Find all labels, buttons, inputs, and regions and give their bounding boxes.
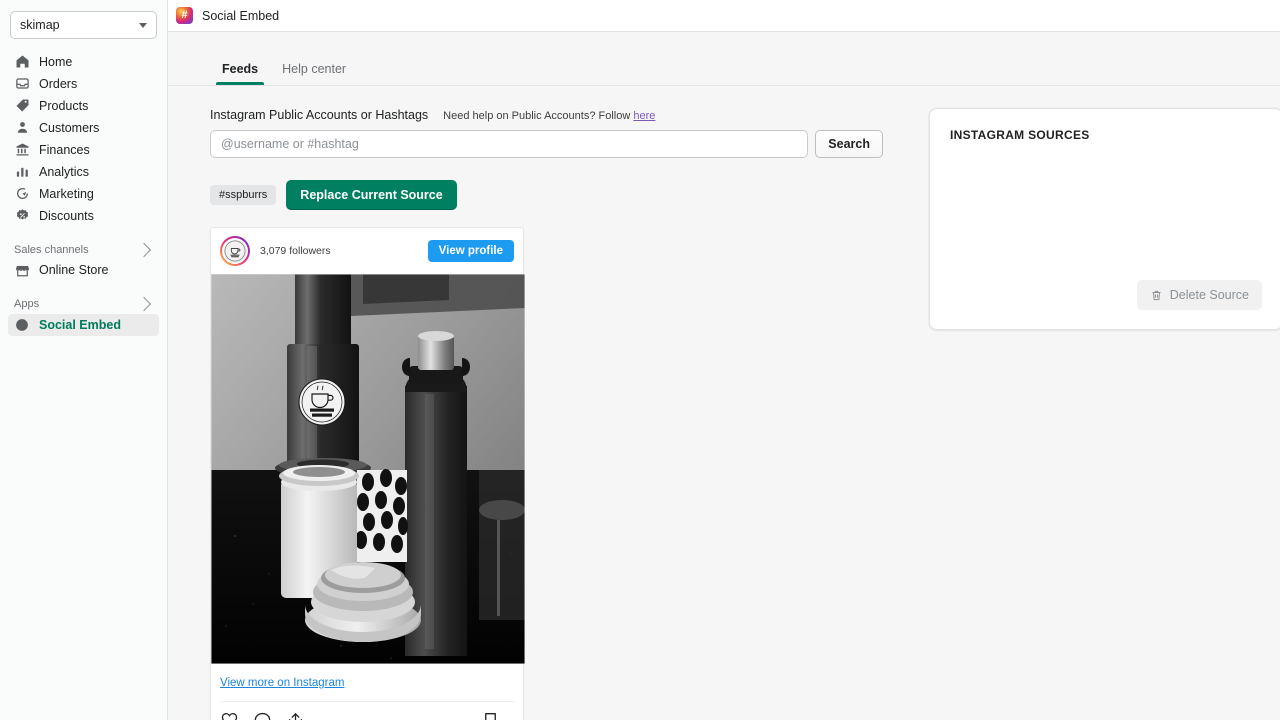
delete-source-button[interactable]: Delete Source [1137, 280, 1262, 310]
post-footer: View more on Instagram [211, 664, 523, 720]
post-actions [220, 702, 514, 720]
sidebar-item-customers[interactable]: Customers [8, 117, 159, 139]
source-chip-row: #sspburrs Replace Current Source [210, 180, 883, 210]
instagram-sources-card: INSTAGRAM SOURCES Delete Source [929, 108, 1280, 330]
trash-icon [1150, 289, 1163, 302]
sidebar-item-label: Finances [39, 143, 90, 157]
chevron-right-icon [137, 242, 151, 256]
feeds-column: Instagram Public Accounts or Hashtags Ne… [168, 108, 883, 720]
sidebar-item-orders[interactable]: Orders [8, 73, 159, 95]
bookmark-icon[interactable] [481, 711, 500, 720]
delete-source-label: Delete Source [1170, 288, 1249, 302]
sidebar-item-online-store[interactable]: Online Store [8, 260, 159, 282]
content-area: Instagram Public Accounts or Hashtags Ne… [168, 86, 1280, 720]
post-image[interactable] [211, 274, 525, 664]
heart-icon[interactable] [220, 711, 239, 720]
social-embed-icon [14, 317, 30, 333]
view-more-on-instagram-link[interactable]: View more on Instagram [220, 677, 344, 689]
profile-sticker-icon [224, 240, 246, 262]
section-label: Sales channels [14, 244, 89, 256]
tab-help-center[interactable]: Help center [270, 62, 358, 85]
sources-column: INSTAGRAM SOURCES Delete Source [883, 108, 1280, 720]
sidebar-item-label: Marketing [39, 187, 94, 201]
help-link[interactable]: here [633, 110, 655, 122]
sidebar-item-label: Home [39, 55, 72, 69]
analytics-icon [14, 164, 30, 180]
sidebar-section-sales-channels[interactable]: Sales channels [8, 240, 159, 260]
sidebar: skimap Home Orders Products [0, 0, 168, 720]
sidebar-item-label: Social Embed [39, 318, 121, 332]
field-label-row: Instagram Public Accounts or Hashtags Ne… [210, 108, 883, 122]
tab-label: Help center [282, 62, 346, 76]
post-header: 3,079 followers View profile [211, 228, 523, 274]
view-profile-button[interactable]: View profile [428, 240, 514, 262]
products-icon [14, 98, 30, 114]
sidebar-item-label: Discounts [39, 209, 94, 223]
home-icon [14, 54, 30, 70]
sidebar-item-label: Products [39, 99, 88, 113]
sources-title: INSTAGRAM SOURCES [950, 128, 1262, 142]
chevron-right-icon [137, 297, 151, 311]
sidebar-section-apps[interactable]: Apps [8, 294, 159, 314]
section-label: Apps [14, 298, 39, 310]
app-title: Social Embed [202, 9, 279, 23]
sidebar-item-label: Online Store [39, 263, 108, 277]
main-area: # Social Embed Feeds Help center Instagr… [168, 0, 1280, 720]
sidebar-item-finances[interactable]: Finances [8, 139, 159, 161]
sidebar-item-home[interactable]: Home [8, 51, 159, 73]
followers-count: 3,079 followers [260, 245, 331, 257]
search-row: Search [210, 130, 883, 158]
app-root: skimap Home Orders Products [0, 0, 1280, 720]
avatar-image [224, 240, 247, 263]
sidebar-item-label: Orders [39, 77, 77, 91]
tab-label: Feeds [222, 62, 258, 76]
online-store-icon [14, 262, 30, 278]
search-button[interactable]: Search [815, 130, 883, 158]
orders-icon [14, 76, 30, 92]
store-selector[interactable]: skimap [10, 11, 157, 39]
marketing-icon [14, 186, 30, 202]
customers-icon [14, 120, 30, 136]
source-chip[interactable]: #sspburrs [210, 185, 276, 205]
sidebar-nav: Home Orders Products Customers [0, 49, 167, 336]
sidebar-item-label: Analytics [39, 165, 89, 179]
sidebar-item-marketing[interactable]: Marketing [8, 183, 159, 205]
instagram-post-card: 3,079 followers View profile [210, 227, 524, 720]
tab-feeds[interactable]: Feeds [210, 62, 270, 85]
replace-current-source-button[interactable]: Replace Current Source [286, 180, 456, 210]
finances-icon [14, 142, 30, 158]
search-field-label: Instagram Public Accounts or Hashtags [210, 108, 428, 122]
store-name: skimap [20, 18, 60, 32]
sidebar-item-analytics[interactable]: Analytics [8, 161, 159, 183]
help-text-label: Need help on Public Accounts? Follow [443, 110, 630, 122]
avatar[interactable] [220, 236, 250, 266]
share-icon[interactable] [286, 711, 305, 720]
app-topbar: # Social Embed [168, 0, 1280, 32]
tab-bar: Feeds Help center [168, 32, 1280, 85]
hashtag-icon: # [176, 7, 193, 24]
sidebar-item-discounts[interactable]: Discounts [8, 205, 159, 227]
search-input[interactable] [210, 130, 808, 158]
chevron-down-icon [139, 23, 147, 28]
comment-icon[interactable] [253, 711, 272, 720]
sidebar-item-label: Customers [39, 121, 99, 135]
sidebar-item-products[interactable]: Products [8, 95, 159, 117]
sidebar-item-social-embed[interactable]: Social Embed [8, 314, 159, 336]
help-text: Need help on Public Accounts? Follow her… [443, 110, 655, 122]
discounts-icon [14, 208, 30, 224]
